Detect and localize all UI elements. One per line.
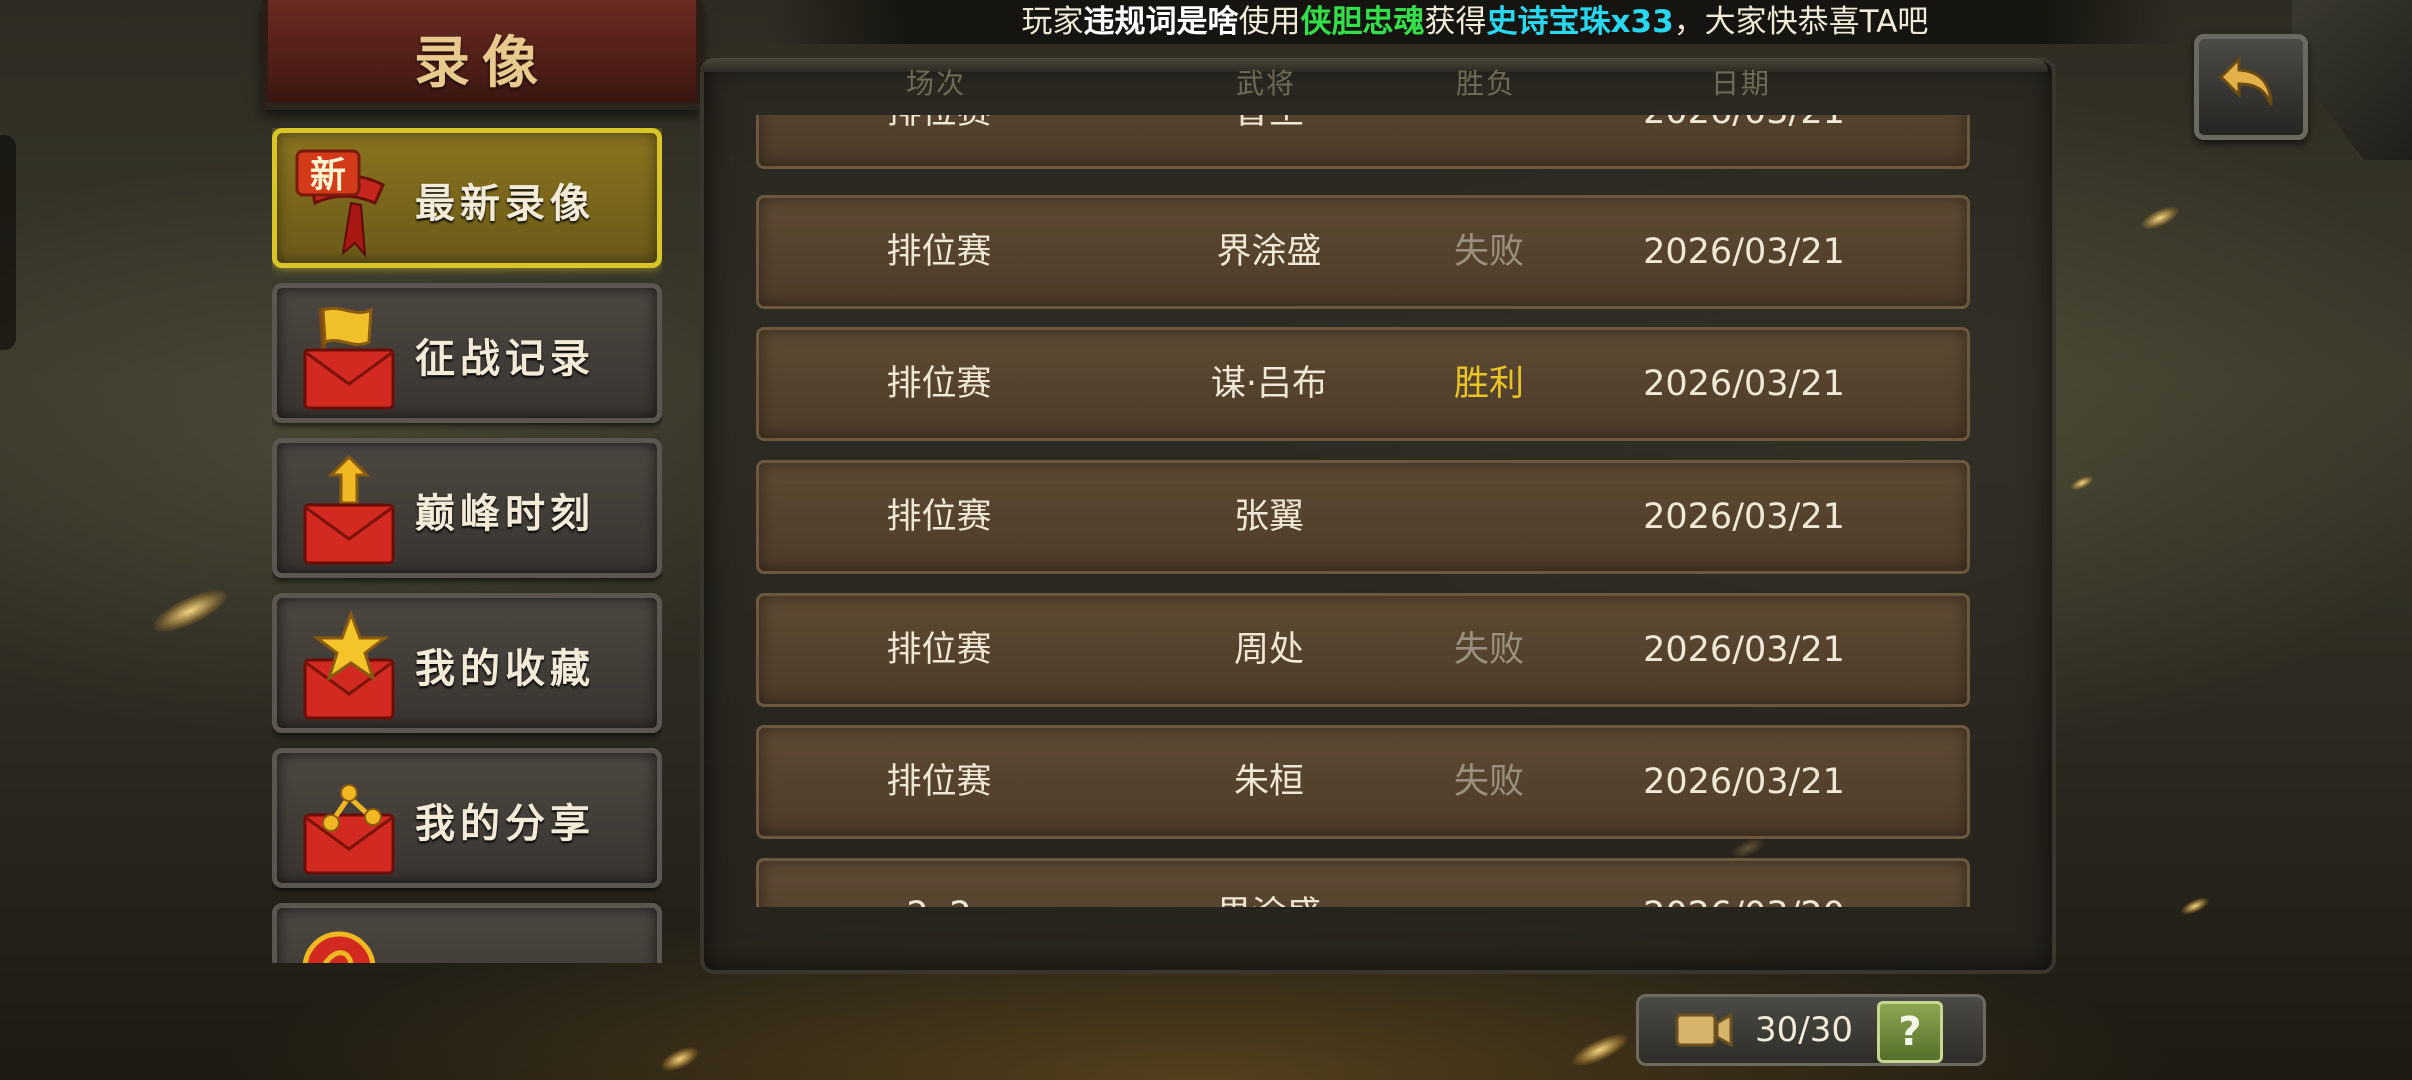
match-date: 2026/03/21 [1643,364,1845,404]
edge-handle[interactable] [0,135,16,350]
marquee-general: 侠胆忠魂 [1300,4,1425,40]
match-date: 2026/03/21 [1643,497,1845,537]
tab-label: 我的分享 [415,800,595,847]
match-result [1399,115,1579,166]
tab-battle-record[interactable]: 征战记录 [272,283,662,423]
general-name: 周处 [1233,630,1304,670]
match-result: 失败 [1453,232,1524,272]
ember-spark [2069,473,2095,493]
match-result: 失败 [1453,762,1524,802]
replay-count: 30/30 [1755,1010,1853,1050]
svg-text:新: 新 [310,154,346,196]
general-name: 张翼 [1233,497,1304,537]
match-result [1399,463,1579,571]
back-arrow-icon [2218,55,2273,106]
tab-label: 征战记录 [415,335,595,382]
replay-list[interactable]: 排位赛 曹丕 2026/03/21 排位赛 界涂盛 失败 2026/03/21 … [756,115,1970,907]
general-name: 界涂盛 [1216,232,1322,272]
match-date: 2026/03/21 [1643,232,1845,272]
tab-latest-replay[interactable]: 新 最新录像 [272,128,662,268]
envelope-share-icon [303,784,395,875]
partial-tab-icon [302,931,376,963]
column-header-date: 日期 [1710,67,1771,100]
match-type: 排位赛 [819,115,1059,166]
match-type: 排位赛 [886,762,992,802]
replay-row[interactable]: 排位赛 曹丕 2026/03/21 [756,115,1970,169]
corner-ornament [2292,0,2412,160]
marquee-prefix: 玩家 [1021,4,1084,40]
match-type: 2v2 [819,861,1059,907]
match-date: 2026/03/20 [1579,861,1909,907]
match-date: 2026/03/21 [1643,762,1845,802]
general-name: 朱桓 [1233,762,1304,802]
marquee-got: 获得 [1424,4,1487,40]
ember-spark [1568,1028,1632,1072]
match-type: 排位赛 [886,232,992,272]
column-header-result: 胜负 [1455,67,1516,100]
replay-counter: 30/30 ? [1636,994,1986,1066]
match-type: 排位赛 [886,364,992,404]
replay-row[interactable]: 排位赛 朱桓 失败 2026/03/21 [756,725,1970,839]
title-plate: 录像 [262,0,702,110]
marquee-item: 史诗宝珠x33 [1486,4,1674,40]
tab-peak-moments[interactable]: 巅峰时刻 [272,438,662,578]
ember-spark [2178,894,2212,918]
general-name: 界涂盛 [1129,861,1409,907]
match-type: 排位赛 [886,630,992,670]
match-result: 失败 [1453,630,1524,670]
ember-spark [2138,202,2182,234]
match-type: 排位赛 [886,497,992,537]
video-camera-icon [1675,1012,1733,1048]
tab-partial[interactable] [272,903,662,963]
envelope-arrow-icon [303,454,395,565]
replay-row[interactable]: 排位赛 周处 失败 2026/03/21 [756,593,1970,707]
broadcast-marquee: 玩家违规词是啥使用侠胆忠魂获得史诗宝珠x33，大家快恭喜TA吧 [770,0,2180,44]
match-date: 2026/03/21 [1643,630,1845,670]
match-result: 胜利 [1453,364,1524,404]
column-header-general: 武将 [1235,67,1296,100]
marquee-player: 违规词是啥 [1083,4,1239,40]
tab-label: 巅峰时刻 [415,490,595,537]
replay-row[interactable]: 排位赛 谋·吕布 胜利 2026/03/21 [756,327,1970,441]
replay-row[interactable]: 排位赛 界涂盛 失败 2026/03/21 [756,195,1970,309]
page-title: 录像 [414,30,550,96]
marquee-use: 使用 [1238,4,1301,40]
column-header-match: 场次 [905,67,966,100]
new-scroll-icon: 新 [295,149,385,259]
tab-my-favorites[interactable]: 我的收藏 [272,593,662,733]
ember-spark [148,582,232,640]
general-name: 谋·吕布 [1210,364,1328,404]
match-date: 2026/03/21 [1579,115,1909,166]
replay-row[interactable]: 排位赛 张翼 2026/03/21 [756,460,1970,574]
tab-label: 最新录像 [415,180,595,227]
match-result [1399,861,1579,907]
tab-my-shares[interactable]: 我的分享 [272,748,662,888]
replay-row[interactable]: 2v2 界涂盛 2026/03/20 [756,858,1970,907]
marquee-suffix: ，大家快恭喜TA吧 [1673,4,1929,40]
help-button[interactable]: ? [1877,1001,1943,1063]
category-tabs: 新 最新录像 征战记录 巅峰时刻 我的收藏 我的分享 [272,128,662,963]
tab-label: 我的收藏 [415,645,595,692]
ember-spark [658,1042,702,1076]
envelope-flag-icon [303,307,395,410]
back-button[interactable] [2194,34,2308,140]
envelope-star-icon [303,609,395,720]
general-name: 曹丕 [1129,115,1409,166]
